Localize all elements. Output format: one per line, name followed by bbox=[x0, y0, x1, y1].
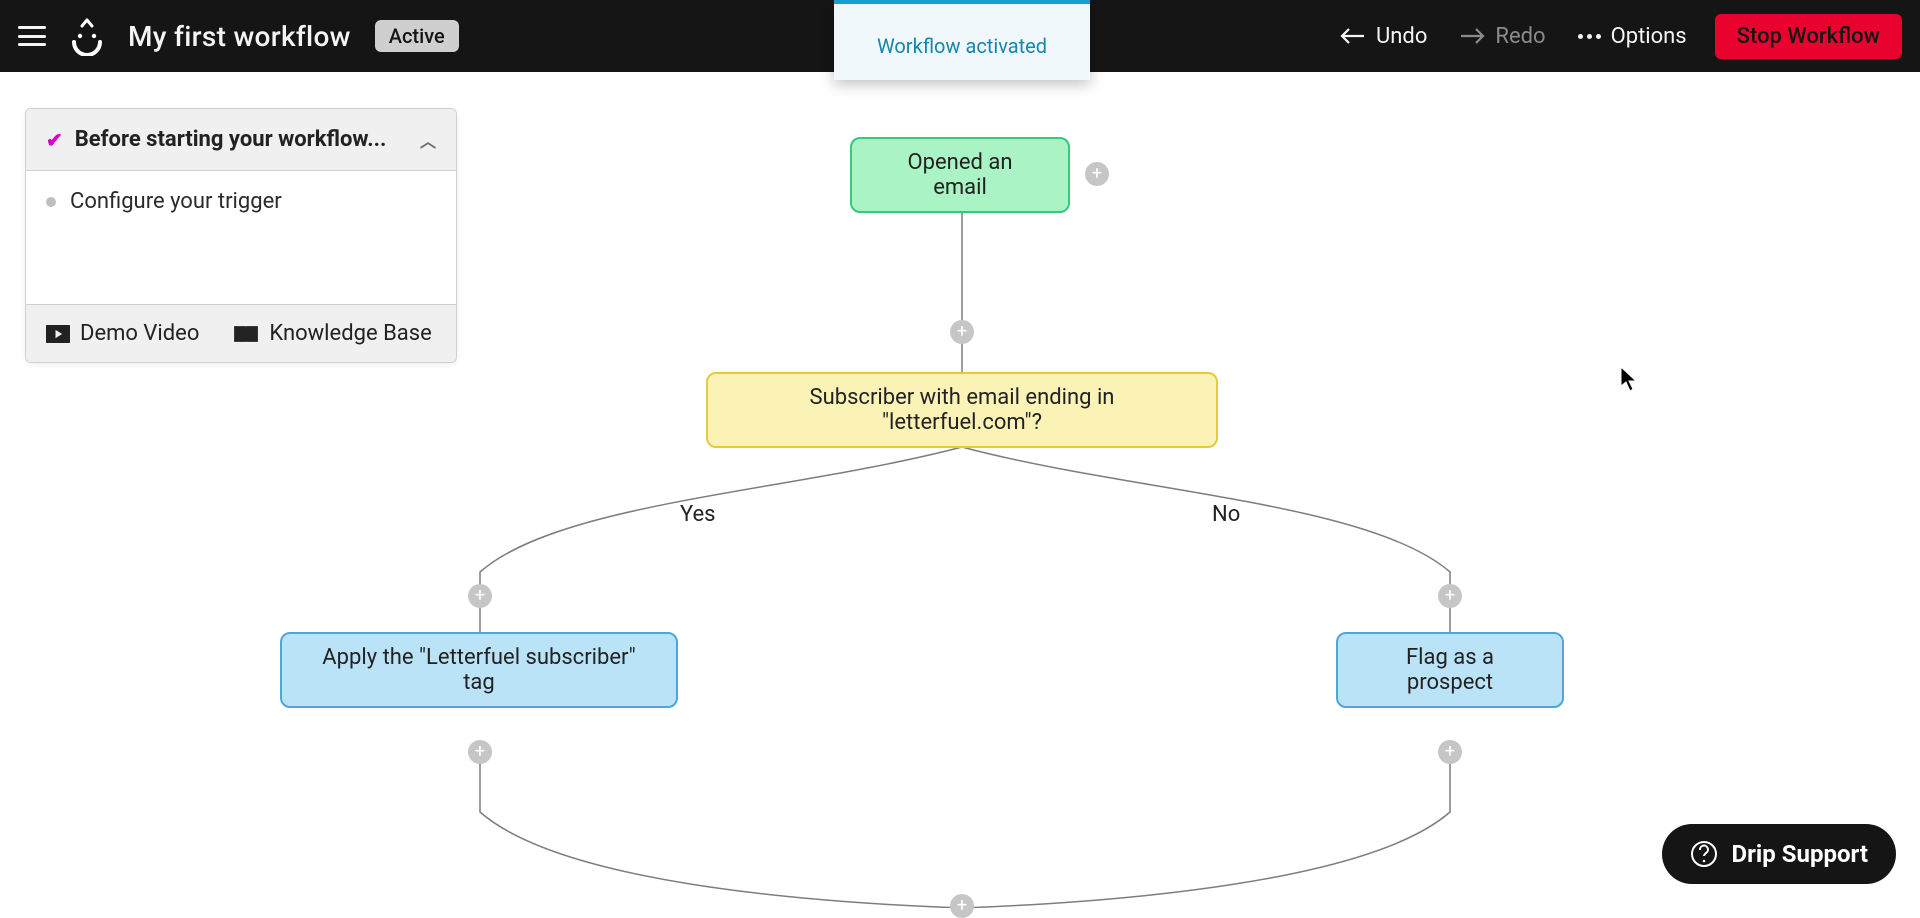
options-label: Options bbox=[1611, 24, 1687, 49]
workflow-canvas[interactable]: Opened an email + + Subscriber with emai… bbox=[0, 72, 1920, 908]
node-trigger-label: Opened an email bbox=[882, 150, 1038, 200]
add-node-no-after-button[interactable]: + bbox=[1438, 740, 1462, 764]
add-node-merge-button[interactable]: + bbox=[950, 894, 974, 918]
redo-button: Redo bbox=[1455, 18, 1549, 55]
toast-workflow-activated: Workflow activated bbox=[834, 0, 1090, 80]
menu-icon[interactable] bbox=[18, 26, 46, 46]
node-action-no[interactable]: Flag as a prospect bbox=[1336, 632, 1564, 708]
node-decision-label: Subscriber with email ending in "letterf… bbox=[738, 385, 1186, 435]
branch-yes-label: Yes bbox=[680, 502, 716, 527]
node-action-yes-label: Apply the "Letterfuel subscriber" tag bbox=[312, 645, 646, 695]
node-decision[interactable]: Subscriber with email ending in "letterf… bbox=[706, 372, 1218, 448]
support-button[interactable]: Drip Support bbox=[1662, 824, 1896, 884]
status-badge: Active bbox=[375, 20, 459, 52]
stop-workflow-button[interactable]: Stop Workflow bbox=[1715, 14, 1902, 59]
ellipsis-icon bbox=[1578, 34, 1601, 39]
add-node-sibling-button[interactable]: + bbox=[1085, 162, 1109, 186]
support-label: Drip Support bbox=[1732, 840, 1868, 868]
undo-label: Undo bbox=[1376, 24, 1427, 49]
app-logo[interactable] bbox=[70, 16, 104, 56]
add-node-yes-before-button[interactable]: + bbox=[468, 584, 492, 608]
node-action-yes[interactable]: Apply the "Letterfuel subscriber" tag bbox=[280, 632, 678, 708]
add-node-no-before-button[interactable]: + bbox=[1438, 584, 1462, 608]
node-trigger[interactable]: Opened an email bbox=[850, 137, 1070, 213]
node-action-no-label: Flag as a prospect bbox=[1368, 645, 1532, 695]
add-node-yes-after-button[interactable]: + bbox=[468, 740, 492, 764]
undo-button[interactable]: Undo bbox=[1336, 18, 1431, 55]
branch-no-label: No bbox=[1212, 502, 1240, 527]
add-node-after-trigger-button[interactable]: + bbox=[950, 320, 974, 344]
options-button[interactable]: Options bbox=[1574, 18, 1691, 55]
redo-label: Redo bbox=[1495, 24, 1545, 49]
workflow-title[interactable]: My first workflow bbox=[128, 20, 351, 53]
